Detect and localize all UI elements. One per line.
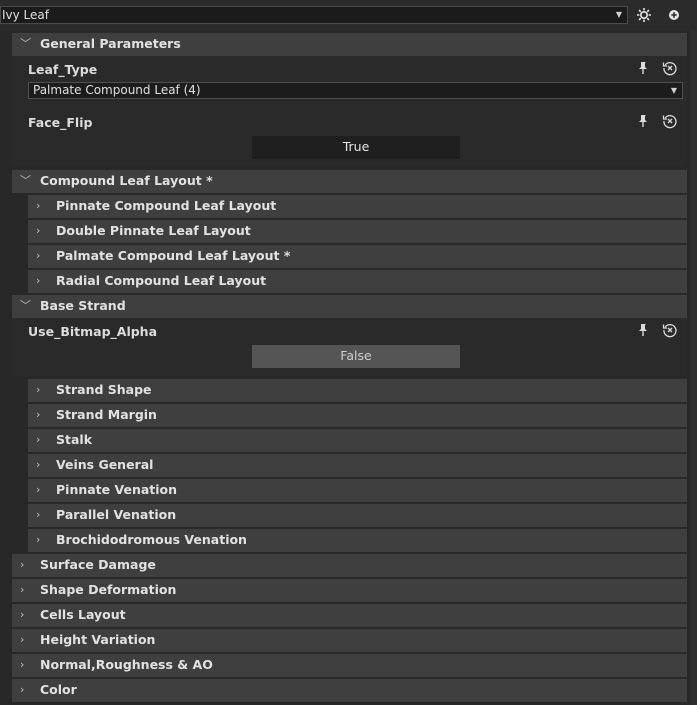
section-pinnate-venation[interactable]: › Pinnate Venation (28, 478, 687, 502)
section-compound-leaf-layout[interactable]: ﹀ Compound Leaf Layout * (12, 169, 687, 193)
chevron-right-icon: › (36, 433, 41, 446)
chevron-right-icon: › (20, 683, 25, 696)
dropdown-arrow-icon: ▼ (670, 86, 677, 95)
section-veins-general[interactable]: › Veins General (28, 453, 687, 477)
section-height-variation[interactable]: › Height Variation (12, 628, 687, 652)
section-label: Cells Layout (40, 607, 126, 622)
chevron-right-icon: › (36, 483, 41, 496)
section-label: Palmate Compound Leaf Layout * (56, 248, 291, 263)
reset-icon[interactable] (662, 113, 678, 129)
section-label: Radial Compound Leaf Layout (56, 273, 267, 288)
section-normal-roughness-ao[interactable]: › Normal,Roughness & AO (12, 653, 687, 677)
chevron-right-icon: › (36, 249, 41, 262)
preset-select[interactable]: Ivy Leaf ▼ (0, 6, 628, 24)
section-label: Color (40, 682, 77, 697)
chevron-down-icon: ﹀ (20, 37, 31, 50)
section-palmate-compound-leaf-layout[interactable]: › Palmate Compound Leaf Layout * (28, 244, 687, 268)
scrollbar[interactable] (690, 30, 697, 705)
top-toolbar: Ivy Leaf ▼ (0, 0, 697, 30)
reset-icon[interactable] (662, 322, 678, 338)
chevron-down-icon: ﹀ (20, 174, 31, 187)
pin-icon[interactable] (636, 61, 650, 75)
section-pinnate-compound-leaf-layout[interactable]: › Pinnate Compound Leaf Layout (28, 194, 687, 218)
param-label-leaf-type: Leaf_Type (28, 62, 98, 77)
leaf-type-value: Palmate Compound Leaf (4) (33, 83, 201, 97)
section-label: Strand Margin (56, 407, 157, 422)
chevron-right-icon: › (36, 458, 41, 471)
chevron-down-icon: ﹀ (20, 299, 31, 312)
use-bitmap-alpha-toggle[interactable]: False (252, 345, 460, 368)
chevron-right-icon: › (20, 633, 25, 646)
section-base-strand[interactable]: ﹀ Base Strand (12, 294, 687, 318)
section-label: Pinnate Compound Leaf Layout (56, 198, 277, 213)
section-label: Parallel Venation (56, 507, 177, 522)
section-label: Double Pinnate Leaf Layout (56, 223, 251, 238)
chevron-right-icon: › (36, 224, 41, 237)
section-label: Stalk (56, 432, 93, 447)
gear-icon[interactable] (636, 7, 652, 23)
section-strand-margin[interactable]: › Strand Margin (28, 403, 687, 427)
preset-select-value: Ivy Leaf (2, 8, 49, 22)
chevron-right-icon: › (20, 608, 25, 621)
param-label-use-bitmap-alpha: Use_Bitmap_Alpha (28, 324, 158, 339)
section-label: Normal,Roughness & AO (40, 657, 213, 672)
section-label: Compound Leaf Layout * (40, 173, 213, 188)
section-double-pinnate-leaf-layout[interactable]: › Double Pinnate Leaf Layout (28, 219, 687, 243)
section-brochidodromous-venation[interactable]: › Brochidodromous Venation (28, 528, 687, 552)
pin-icon[interactable] (636, 114, 650, 128)
chevron-right-icon: › (20, 558, 25, 571)
reset-icon[interactable] (662, 60, 678, 76)
section-label: Surface Damage (40, 557, 156, 572)
section-label: Veins General (56, 457, 154, 472)
leaf-type-select[interactable]: Palmate Compound Leaf (4) ▼ (28, 82, 683, 99)
chevron-right-icon: › (20, 583, 25, 596)
chevron-right-icon: › (36, 408, 41, 421)
plus-icon[interactable] (668, 9, 680, 21)
face-flip-toggle[interactable]: True (252, 136, 460, 159)
section-label: Base Strand (40, 298, 126, 313)
section-radial-compound-leaf-layout[interactable]: › Radial Compound Leaf Layout (28, 269, 687, 293)
section-label: General Parameters (40, 36, 181, 51)
pin-icon[interactable] (636, 323, 650, 337)
chevron-right-icon: › (36, 199, 41, 212)
chevron-right-icon: › (20, 658, 25, 671)
section-shape-deformation[interactable]: › Shape Deformation (12, 578, 687, 602)
chevron-right-icon: › (36, 508, 41, 521)
section-strand-shape[interactable]: › Strand Shape (28, 378, 687, 402)
dropdown-arrow-icon: ▼ (615, 10, 622, 19)
section-stalk[interactable]: › Stalk (28, 428, 687, 452)
section-label: Strand Shape (56, 382, 152, 397)
section-label: Brochidodromous Venation (56, 532, 247, 547)
chevron-right-icon: › (36, 274, 41, 287)
section-surface-damage[interactable]: › Surface Damage (12, 553, 687, 577)
section-label: Height Variation (40, 632, 156, 647)
section-color[interactable]: › Color (12, 678, 687, 702)
section-label: Pinnate Venation (56, 482, 178, 497)
section-cells-layout[interactable]: › Cells Layout (12, 603, 687, 627)
param-label-face-flip: Face_Flip (28, 115, 93, 130)
chevron-right-icon: › (36, 383, 41, 396)
section-parallel-venation[interactable]: › Parallel Venation (28, 503, 687, 527)
section-label: Shape Deformation (40, 582, 177, 597)
chevron-right-icon: › (36, 533, 41, 546)
section-general-parameters[interactable]: ﹀ General Parameters (12, 32, 687, 56)
